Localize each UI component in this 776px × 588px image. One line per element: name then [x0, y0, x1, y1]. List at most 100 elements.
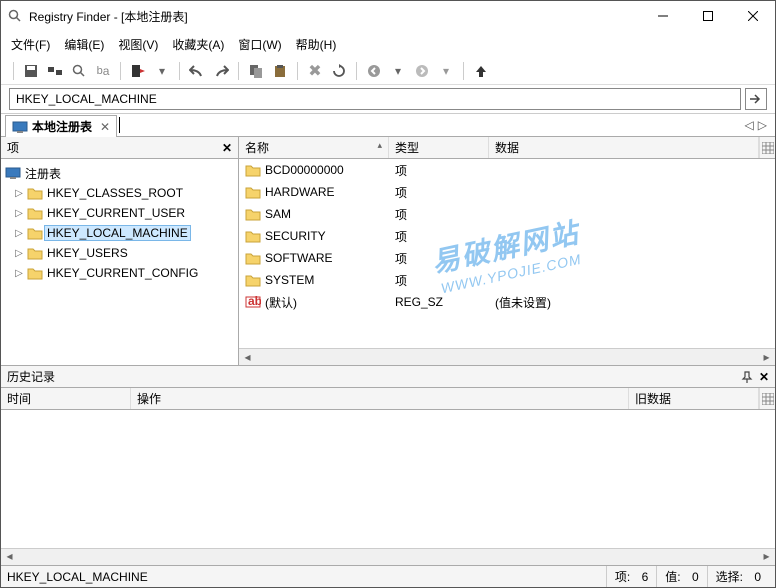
- grid-options-icon[interactable]: [759, 137, 775, 158]
- up-icon[interactable]: [472, 62, 490, 80]
- row-type: 项: [395, 206, 407, 223]
- list-row[interactable]: HARDWARE 项: [239, 181, 775, 203]
- tree-item-label: HKEY_LOCAL_MACHINE: [45, 226, 190, 240]
- menu-favorites[interactable]: 收藏夹(A): [172, 36, 224, 53]
- list-body[interactable]: BCD00000000项HARDWARE项SAM项SECURITY项SOFTWA…: [239, 159, 775, 348]
- dropdown-icon[interactable]: ▾: [153, 62, 171, 80]
- minimize-button[interactable]: [640, 1, 685, 31]
- expander-icon[interactable]: ▷: [13, 268, 25, 279]
- hist-scroll-right-icon[interactable]: ▸: [758, 549, 775, 565]
- tree-header: 项 ✕: [1, 137, 238, 159]
- col-data[interactable]: 数据: [489, 137, 759, 158]
- expander-icon[interactable]: ▷: [13, 248, 25, 259]
- tree-item-label: HKEY_CURRENT_CONFIG: [45, 266, 200, 280]
- monitor-icon: [12, 121, 28, 133]
- address-input[interactable]: HKEY_LOCAL_MACHINE: [9, 88, 741, 110]
- tree-header-label: 项: [7, 139, 19, 156]
- list-row[interactable]: SOFTWARE 项: [239, 247, 775, 269]
- refresh-icon[interactable]: [330, 62, 348, 80]
- menu-view[interactable]: 视图(V): [118, 36, 158, 53]
- forward-dropdown-icon[interactable]: ▾: [437, 62, 455, 80]
- paste-icon[interactable]: [271, 62, 289, 80]
- text-icon[interactable]: ba: [94, 62, 112, 80]
- history-close-icon[interactable]: ✕: [759, 370, 769, 384]
- tab-close-icon[interactable]: ✕: [100, 120, 110, 134]
- search-icon[interactable]: [70, 62, 88, 80]
- list-row[interactable]: SYSTEM项: [239, 269, 775, 291]
- row-data: (值未设置): [495, 294, 551, 311]
- row-type: 项: [395, 162, 407, 179]
- tree-item[interactable]: ▷ HKEY_LOCAL_MACHINE: [1, 223, 238, 243]
- hist-grid-icon[interactable]: [759, 388, 775, 409]
- delete-icon[interactable]: ✖: [306, 62, 324, 80]
- menu-help[interactable]: 帮助(H): [296, 36, 337, 53]
- hist-col-operation[interactable]: 操作: [131, 388, 629, 409]
- status-items: 项: 6: [606, 566, 656, 587]
- tree-close-icon[interactable]: ✕: [222, 141, 232, 155]
- row-name: HARDWARE: [265, 185, 335, 199]
- tree-body[interactable]: 注册表 ▷HKEY_CLASSES_ROOT▷HKEY_CURRENT_USER…: [1, 159, 238, 365]
- col-type[interactable]: 类型: [389, 137, 489, 158]
- copy-icon[interactable]: [247, 62, 265, 80]
- export-icon[interactable]: [129, 62, 147, 80]
- menu-window[interactable]: 窗口(W): [238, 36, 281, 53]
- toolbar: ba ▾ ✖ ▾ ▾: [1, 57, 775, 85]
- list-header: 名称 类型 数据: [239, 137, 775, 159]
- forward-icon[interactable]: [413, 62, 431, 80]
- back-dropdown-icon[interactable]: ▾: [389, 62, 407, 80]
- history-pane: 历史记录 ✕ 时间 操作 旧数据 ◂ ▸: [1, 365, 775, 565]
- tree-item-label: HKEY_CURRENT_USER: [45, 206, 187, 220]
- row-type: 项: [395, 250, 407, 267]
- tree-item[interactable]: ▷HKEY_USERS: [1, 243, 238, 263]
- hist-col-time[interactable]: 时间: [1, 388, 131, 409]
- tab-local-registry[interactable]: 本地注册表 ✕: [5, 115, 117, 137]
- col-name[interactable]: 名称: [239, 137, 389, 158]
- expander-icon[interactable]: ▷: [13, 228, 25, 239]
- back-icon[interactable]: [365, 62, 383, 80]
- monitor-icon: [5, 167, 21, 179]
- svg-text:ab: ab: [248, 295, 261, 308]
- go-button[interactable]: [745, 88, 767, 110]
- tree-item[interactable]: ▷ HKEY_CURRENT_USER: [1, 203, 238, 223]
- expander-icon[interactable]: ▷: [13, 208, 25, 219]
- row-type: 项: [395, 184, 407, 201]
- tab-next-icon[interactable]: ▷: [758, 118, 767, 132]
- app-window: Registry Finder - [本地注册表] 文件(F) 编辑(E) 视图…: [0, 0, 776, 588]
- tree-root[interactable]: 注册表: [1, 163, 238, 183]
- list-row[interactable]: SECURITY项: [239, 225, 775, 247]
- status-values: 值: 0: [656, 566, 706, 587]
- history-body[interactable]: [1, 410, 775, 548]
- list-row[interactable]: ab(默认)REG_SZ(值未设置): [239, 291, 775, 313]
- maximize-button[interactable]: [685, 1, 730, 31]
- scroll-right-icon[interactable]: ▸: [758, 350, 775, 364]
- row-name: SECURITY: [265, 229, 326, 243]
- hist-col-olddata[interactable]: 旧数据: [629, 388, 759, 409]
- row-name: SYSTEM: [265, 273, 314, 287]
- menu-file[interactable]: 文件(F): [11, 36, 50, 53]
- close-button[interactable]: [730, 1, 775, 31]
- list-row[interactable]: SAM项: [239, 203, 775, 225]
- scroll-left-icon[interactable]: ◂: [239, 350, 256, 364]
- list-row[interactable]: BCD00000000 项: [239, 159, 775, 181]
- menu-edit[interactable]: 编辑(E): [64, 36, 104, 53]
- row-name: BCD00000000: [265, 163, 344, 177]
- list-hscrollbar[interactable]: ◂ ▸: [239, 348, 775, 365]
- menubar: 文件(F) 编辑(E) 视图(V) 收藏夹(A) 窗口(W) 帮助(H): [1, 31, 775, 57]
- tree-item[interactable]: ▷ HKEY_CURRENT_CONFIG: [1, 263, 238, 283]
- tree-item[interactable]: ▷HKEY_CLASSES_ROOT: [1, 183, 238, 203]
- tab-label: 本地注册表: [32, 118, 92, 135]
- save-icon[interactable]: [22, 62, 40, 80]
- connect-icon[interactable]: [46, 62, 64, 80]
- tab-prev-icon[interactable]: ◁: [745, 118, 754, 132]
- hist-scroll-left-icon[interactable]: ◂: [1, 549, 18, 565]
- undo-icon[interactable]: [188, 62, 206, 80]
- status-selected: 选择: 0: [707, 566, 769, 587]
- tree-pane: 项 ✕ 注册表 ▷HKEY_CLASSES_ROOT▷HKEY_CURRENT_…: [1, 137, 239, 365]
- row-name: SOFTWARE: [265, 251, 333, 265]
- tabs-row: 本地注册表 ✕ ◁ ▷: [1, 113, 775, 137]
- app-icon: [7, 8, 23, 24]
- expander-icon[interactable]: ▷: [13, 188, 25, 199]
- history-hscrollbar[interactable]: ◂ ▸: [1, 548, 775, 565]
- pin-icon[interactable]: [741, 371, 753, 383]
- redo-icon[interactable]: [212, 62, 230, 80]
